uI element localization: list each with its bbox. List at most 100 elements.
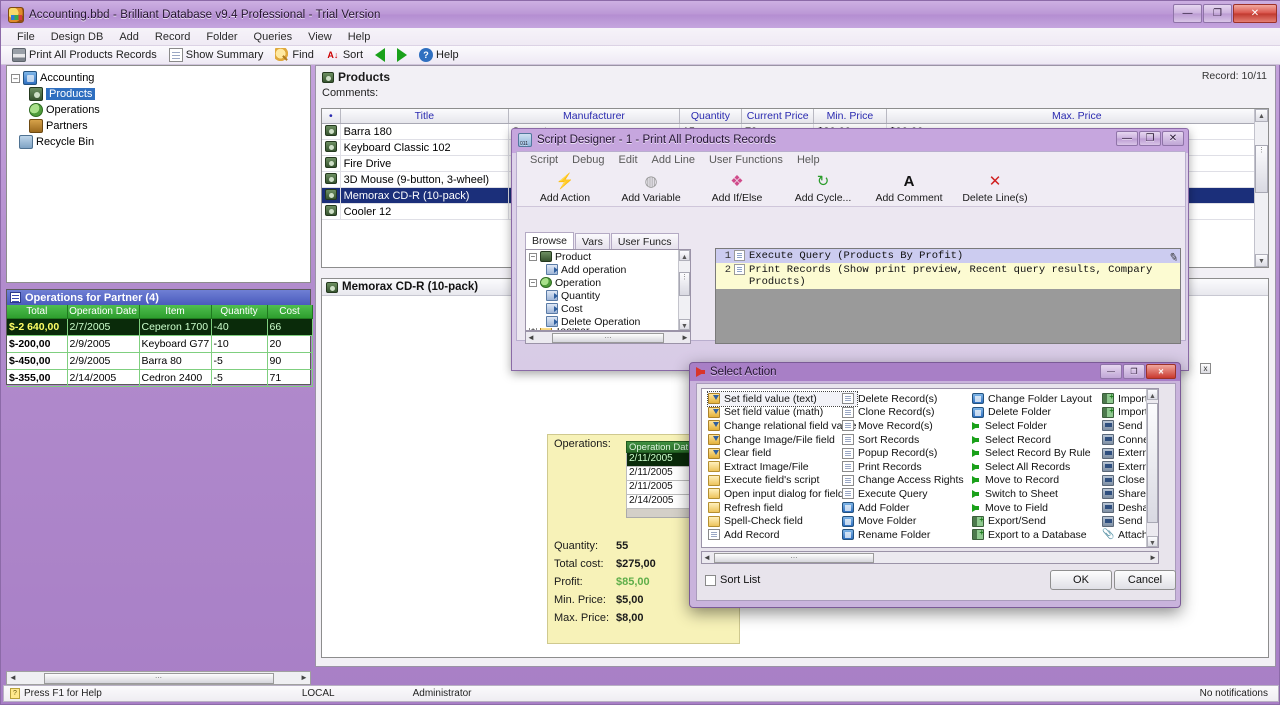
scroll-thumb[interactable]: ⋮ bbox=[679, 272, 690, 296]
scroll-right-icon[interactable]: ► bbox=[298, 672, 310, 684]
toolbar-help[interactable]: ? Help bbox=[414, 47, 464, 63]
scroll-down-icon[interactable]: ▼ bbox=[1255, 254, 1268, 267]
tab-browse[interactable]: Browse bbox=[525, 232, 575, 250]
sort-list-checkbox[interactable] bbox=[705, 574, 716, 586]
sa-minimize-button[interactable]: — bbox=[1100, 364, 1122, 379]
action-select-record[interactable]: Select Record bbox=[972, 433, 1092, 447]
action-clear-field[interactable]: Clear field bbox=[708, 446, 857, 460]
scroll-left-icon[interactable]: ◄ bbox=[702, 553, 712, 563]
scroll-up-icon[interactable]: ▲ bbox=[679, 250, 690, 261]
action-add-folder[interactable]: Add Folder bbox=[842, 501, 964, 515]
tree-hscrollbar[interactable]: ◄ ⋯ ► bbox=[525, 331, 691, 344]
toolbar-forward[interactable] bbox=[392, 47, 412, 63]
scroll-right-icon[interactable]: ► bbox=[680, 333, 690, 343]
action-list-hscrollbar[interactable]: ◄ ⋯ ► bbox=[701, 551, 1159, 564]
action-sort-records[interactable]: Sort Records bbox=[842, 433, 964, 447]
scroll-left-icon[interactable]: ◄ bbox=[7, 672, 19, 684]
code-line[interactable]: 1 Execute Query (Products By Profit) ✎ bbox=[716, 249, 1180, 266]
action-move-records[interactable]: Move Record(s) bbox=[842, 419, 964, 433]
tree-vscrollbar[interactable]: ▲ ⋮ ▼ bbox=[678, 250, 690, 330]
script-menu-help[interactable]: Help bbox=[790, 154, 827, 166]
script-code-editor[interactable]: 1 Execute Query (Products By Profit) ✎ 2… bbox=[715, 248, 1181, 344]
sa-close-button[interactable]: ✕ bbox=[1146, 364, 1176, 379]
sidebar-item-products[interactable]: Products bbox=[7, 86, 310, 102]
add-comment-button[interactable]: A Add Comment bbox=[867, 172, 951, 206]
tab-user-funcs[interactable]: User Funcs bbox=[610, 233, 679, 250]
expander-icon[interactable]: – bbox=[11, 73, 20, 83]
action-export-send[interactable]: Export/Send bbox=[972, 514, 1092, 528]
action-list[interactable]: Set field value (text) Set field value (… bbox=[701, 388, 1159, 548]
expander-icon[interactable]: – bbox=[529, 278, 537, 287]
menu-add[interactable]: Add bbox=[111, 30, 147, 44]
tree-node-delete-operation[interactable]: Delete Operation bbox=[526, 315, 690, 328]
menu-folder[interactable]: Folder bbox=[198, 30, 245, 44]
ops-col-quantity[interactable]: Quantity bbox=[211, 305, 268, 319]
menu-queries[interactable]: Queries bbox=[246, 30, 301, 44]
action-spell-check-field[interactable]: Spell-Check field bbox=[708, 514, 857, 528]
script-menu-script[interactable]: Script bbox=[523, 154, 565, 166]
script-close-button[interactable]: ✕ bbox=[1162, 131, 1184, 146]
scroll-thumb[interactable]: ⋯ bbox=[43, 672, 274, 684]
scroll-left-icon[interactable]: ◄ bbox=[526, 333, 536, 343]
close-browser-panel-button[interactable]: x bbox=[1200, 363, 1211, 374]
cancel-button[interactable]: Cancel bbox=[1114, 570, 1176, 590]
action-change-image-file-field[interactable]: Change Image/File field bbox=[708, 433, 857, 447]
grid-col-title[interactable]: Title bbox=[340, 109, 510, 124]
grid-col-marker[interactable]: • bbox=[322, 109, 341, 124]
add-if-else-button[interactable]: ❖ Add If/Else bbox=[695, 172, 779, 206]
minimize-button[interactable]: — bbox=[1173, 4, 1202, 23]
code-line[interactable]: 2 Print Records (Show print preview, Rec… bbox=[716, 263, 1180, 289]
records-grid-vscrollbar[interactable]: ▲ ⋮ ▼ bbox=[1254, 109, 1268, 267]
action-select-all-records[interactable]: Select All Records bbox=[972, 460, 1092, 474]
action-change-relational-field-value[interactable]: Change relational field value bbox=[708, 419, 857, 433]
script-maximize-button[interactable]: ❐ bbox=[1139, 131, 1161, 146]
action-open-input-dialog-for-field[interactable]: Open input dialog for field bbox=[708, 487, 857, 501]
toolbar-print-all-records[interactable]: Print All Products Records bbox=[7, 47, 162, 63]
tree-node-cost[interactable]: Cost bbox=[526, 302, 690, 315]
grid-col-min-price[interactable]: Min. Price bbox=[813, 109, 887, 124]
ops-col-item[interactable]: Item bbox=[139, 305, 212, 319]
tree-node-accounting[interactable]: – Accounting bbox=[7, 70, 310, 86]
scroll-thumb[interactable]: ⋯ bbox=[552, 332, 664, 343]
sidebar-item-partners[interactable]: Partners bbox=[7, 118, 310, 134]
action-switch-to-sheet[interactable]: Switch to Sheet bbox=[972, 487, 1092, 501]
ok-button[interactable]: OK bbox=[1050, 570, 1112, 590]
action-delete-records[interactable]: Delete Record(s) bbox=[842, 392, 964, 406]
table-row[interactable]: $-355,00 2/14/2005 Cedron 2400 -5 71 bbox=[7, 369, 313, 387]
toolbar-show-summary[interactable]: Show Summary bbox=[164, 47, 269, 63]
grid-col-max-price[interactable]: Max. Price bbox=[886, 109, 1269, 124]
grid-col-manufacturer[interactable]: Manufacturer bbox=[508, 109, 680, 124]
scroll-up-icon[interactable]: ▲ bbox=[1147, 389, 1158, 400]
action-rename-folder[interactable]: Rename Folder bbox=[842, 528, 964, 542]
action-refresh-field[interactable]: Refresh field bbox=[708, 501, 857, 515]
menu-file[interactable]: File bbox=[9, 30, 43, 44]
ops-col-date[interactable]: Operation Date bbox=[67, 305, 140, 319]
scroll-up-icon[interactable]: ▲ bbox=[1255, 109, 1268, 122]
sort-list-checkbox-row[interactable]: Sort List bbox=[705, 574, 760, 586]
action-clone-records[interactable]: Clone Record(s) bbox=[842, 406, 964, 420]
tree-node-operation[interactable]: – Operation bbox=[526, 276, 690, 289]
tree-node-add-operation[interactable]: Add operation bbox=[526, 263, 690, 276]
expander-icon[interactable]: – bbox=[529, 252, 537, 261]
left-panel-hscrollbar[interactable]: ◄ ⋯ ► bbox=[6, 671, 311, 685]
sidebar-item-operations[interactable]: Operations bbox=[7, 102, 310, 118]
scroll-thumb[interactable]: ⋯ bbox=[714, 552, 874, 563]
tree-node-product[interactable]: – Product bbox=[526, 250, 690, 263]
add-variable-button[interactable]: ◍ Add Variable bbox=[609, 172, 693, 206]
action-move-folder[interactable]: Move Folder bbox=[842, 514, 964, 528]
action-print-records[interactable]: Print Records bbox=[842, 460, 964, 474]
sa-maximize-button[interactable]: ❐ bbox=[1123, 364, 1145, 379]
action-select-folder[interactable]: Select Folder bbox=[972, 419, 1092, 433]
script-menu-add-line[interactable]: Add Line bbox=[645, 154, 702, 166]
toolbar-back[interactable] bbox=[370, 47, 390, 63]
action-set-field-value-text[interactable]: Set field value (text) bbox=[707, 391, 858, 407]
menu-view[interactable]: View bbox=[300, 30, 340, 44]
action-move-to-record[interactable]: Move to Record bbox=[972, 474, 1092, 488]
action-export-to-a-database[interactable]: Export to a Database bbox=[972, 528, 1092, 542]
menu-help[interactable]: Help bbox=[340, 30, 379, 44]
close-button[interactable]: ✕ bbox=[1233, 4, 1277, 23]
menu-design-db[interactable]: Design DB bbox=[43, 30, 112, 44]
script-menu-user-functions[interactable]: User Functions bbox=[702, 154, 790, 166]
maximize-button[interactable]: ❐ bbox=[1203, 4, 1232, 23]
grid-col-current-price[interactable]: Current Price bbox=[741, 109, 815, 124]
